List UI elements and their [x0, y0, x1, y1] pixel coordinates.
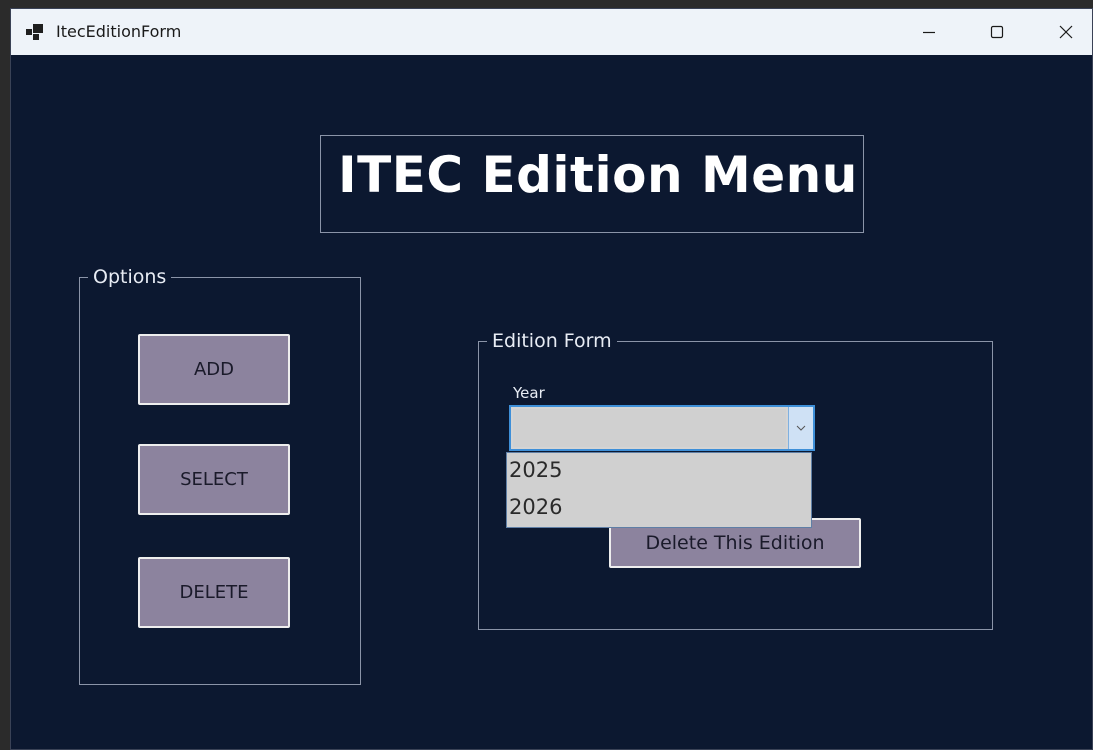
- year-option-2025[interactable]: 2025: [507, 453, 811, 490]
- year-dropdown-button[interactable]: [788, 407, 813, 449]
- app-icon: [26, 23, 44, 41]
- minimize-button[interactable]: [901, 9, 957, 55]
- delete-button[interactable]: DELETE: [138, 557, 290, 628]
- year-dropdown-list: 2025 2026: [506, 452, 812, 528]
- maximize-icon: [990, 25, 1004, 39]
- options-legend: Options: [88, 266, 172, 288]
- options-groupbox: Options ADD SELECT DELETE: [79, 266, 361, 685]
- edition-form-groupbox: Edition Form Year Delete This Edition 20…: [478, 330, 993, 630]
- page-title: ITEC Edition Menu: [338, 146, 858, 204]
- year-combobox[interactable]: [509, 405, 815, 451]
- year-label: Year: [513, 384, 545, 402]
- year-option-2026[interactable]: 2026: [507, 490, 811, 527]
- title-bar[interactable]: ItecEditionForm: [11, 9, 1092, 55]
- minimize-icon: [923, 31, 935, 34]
- add-button[interactable]: ADD: [138, 334, 290, 405]
- chevron-down-icon: [796, 425, 806, 431]
- maximize-button[interactable]: [969, 9, 1025, 55]
- app-window: ItecEditionForm ITEC Edition Menu Option…: [10, 8, 1093, 750]
- year-combobox-field[interactable]: [513, 409, 786, 447]
- edition-form-legend: Edition Form: [487, 330, 617, 352]
- close-button[interactable]: [1038, 9, 1092, 55]
- select-button[interactable]: SELECT: [138, 444, 290, 515]
- heading-box: ITEC Edition Menu: [320, 135, 864, 233]
- close-icon: [1059, 25, 1073, 39]
- window-title: ItecEditionForm: [56, 22, 182, 41]
